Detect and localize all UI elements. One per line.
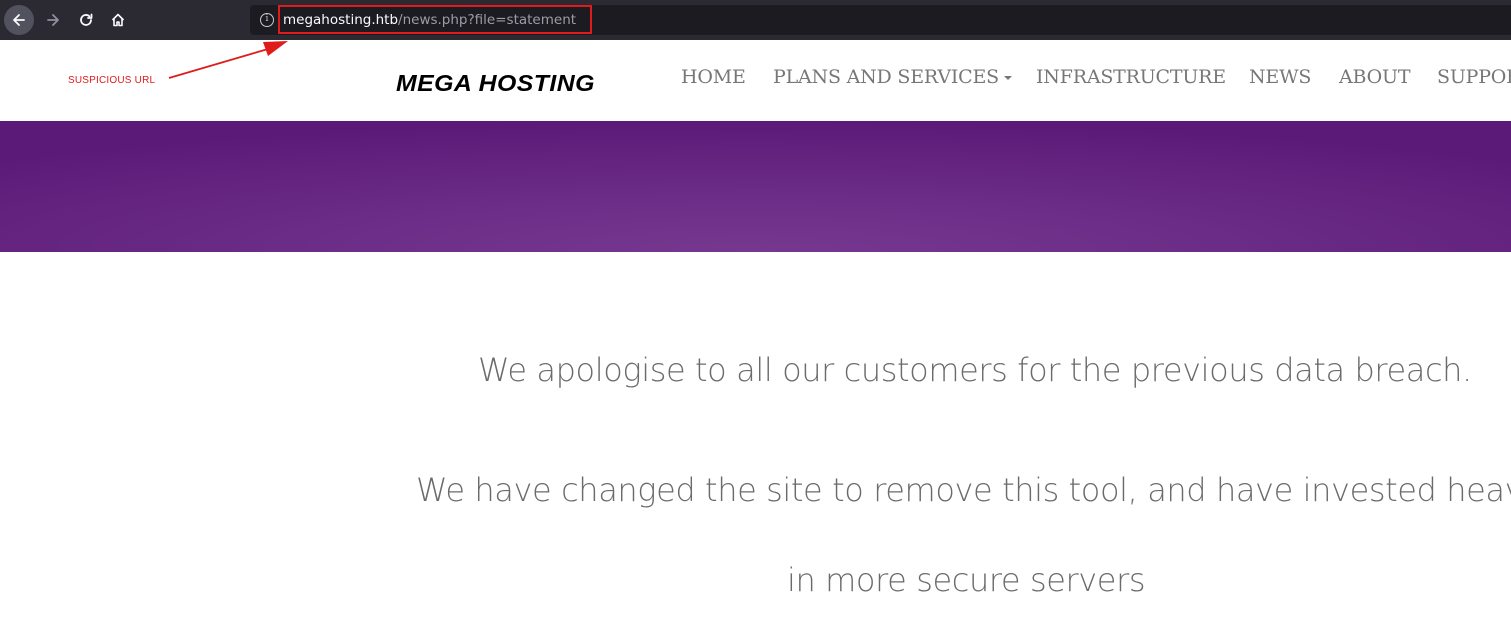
- nav-item-label: SUPPORT: [1437, 66, 1511, 88]
- nav-item-label: HOME: [681, 66, 746, 88]
- nav-item-label: PLANS AND SERVICES: [773, 66, 999, 88]
- hero-banner: [0, 121, 1511, 252]
- nav-item-label: INFRASTRUCTURE: [1036, 66, 1226, 88]
- main-nav: HOME PLANS AND SERVICES INFRASTRUCTURE N…: [0, 66, 1511, 92]
- statement-paragraph: We apologise to all our customers for th…: [478, 351, 1472, 389]
- arrow-left-icon: [13, 14, 25, 26]
- reload-icon: [80, 13, 93, 26]
- nav-item-label: ABOUT: [1339, 66, 1411, 88]
- news-statement: We apologise to all our customers for th…: [0, 252, 1511, 620]
- home-button[interactable]: [103, 5, 133, 35]
- browser-toolbar: i megahosting.htb/news.php?file=statemen…: [0, 0, 1511, 40]
- nav-item-home[interactable]: HOME: [681, 66, 746, 88]
- home-icon: [111, 13, 125, 27]
- nav-item-news[interactable]: NEWS: [1249, 66, 1311, 88]
- nav-item-plans-and-services[interactable]: PLANS AND SERVICES: [773, 66, 1012, 88]
- caret-down-icon: [1004, 76, 1012, 80]
- url-highlight-box: [278, 5, 592, 34]
- nav-item-support[interactable]: SUPPORT: [1437, 66, 1511, 88]
- nav-item-infrastructure[interactable]: INFRASTRUCTURE: [1036, 66, 1226, 88]
- info-icon[interactable]: i: [260, 13, 274, 27]
- back-button[interactable]: [4, 5, 34, 35]
- statement-paragraph: in more secure servers: [787, 561, 1146, 599]
- statement-paragraph: We have changed the site to remove this …: [416, 471, 1511, 509]
- forward-button[interactable]: [38, 5, 68, 35]
- nav-item-about[interactable]: ABOUT: [1339, 66, 1411, 88]
- nav-item-label: NEWS: [1249, 66, 1312, 88]
- suspicious-url-label: SUSPICIOUS URL: [68, 75, 156, 86]
- reload-button[interactable]: [71, 5, 101, 35]
- arrow-right-icon: [47, 14, 59, 26]
